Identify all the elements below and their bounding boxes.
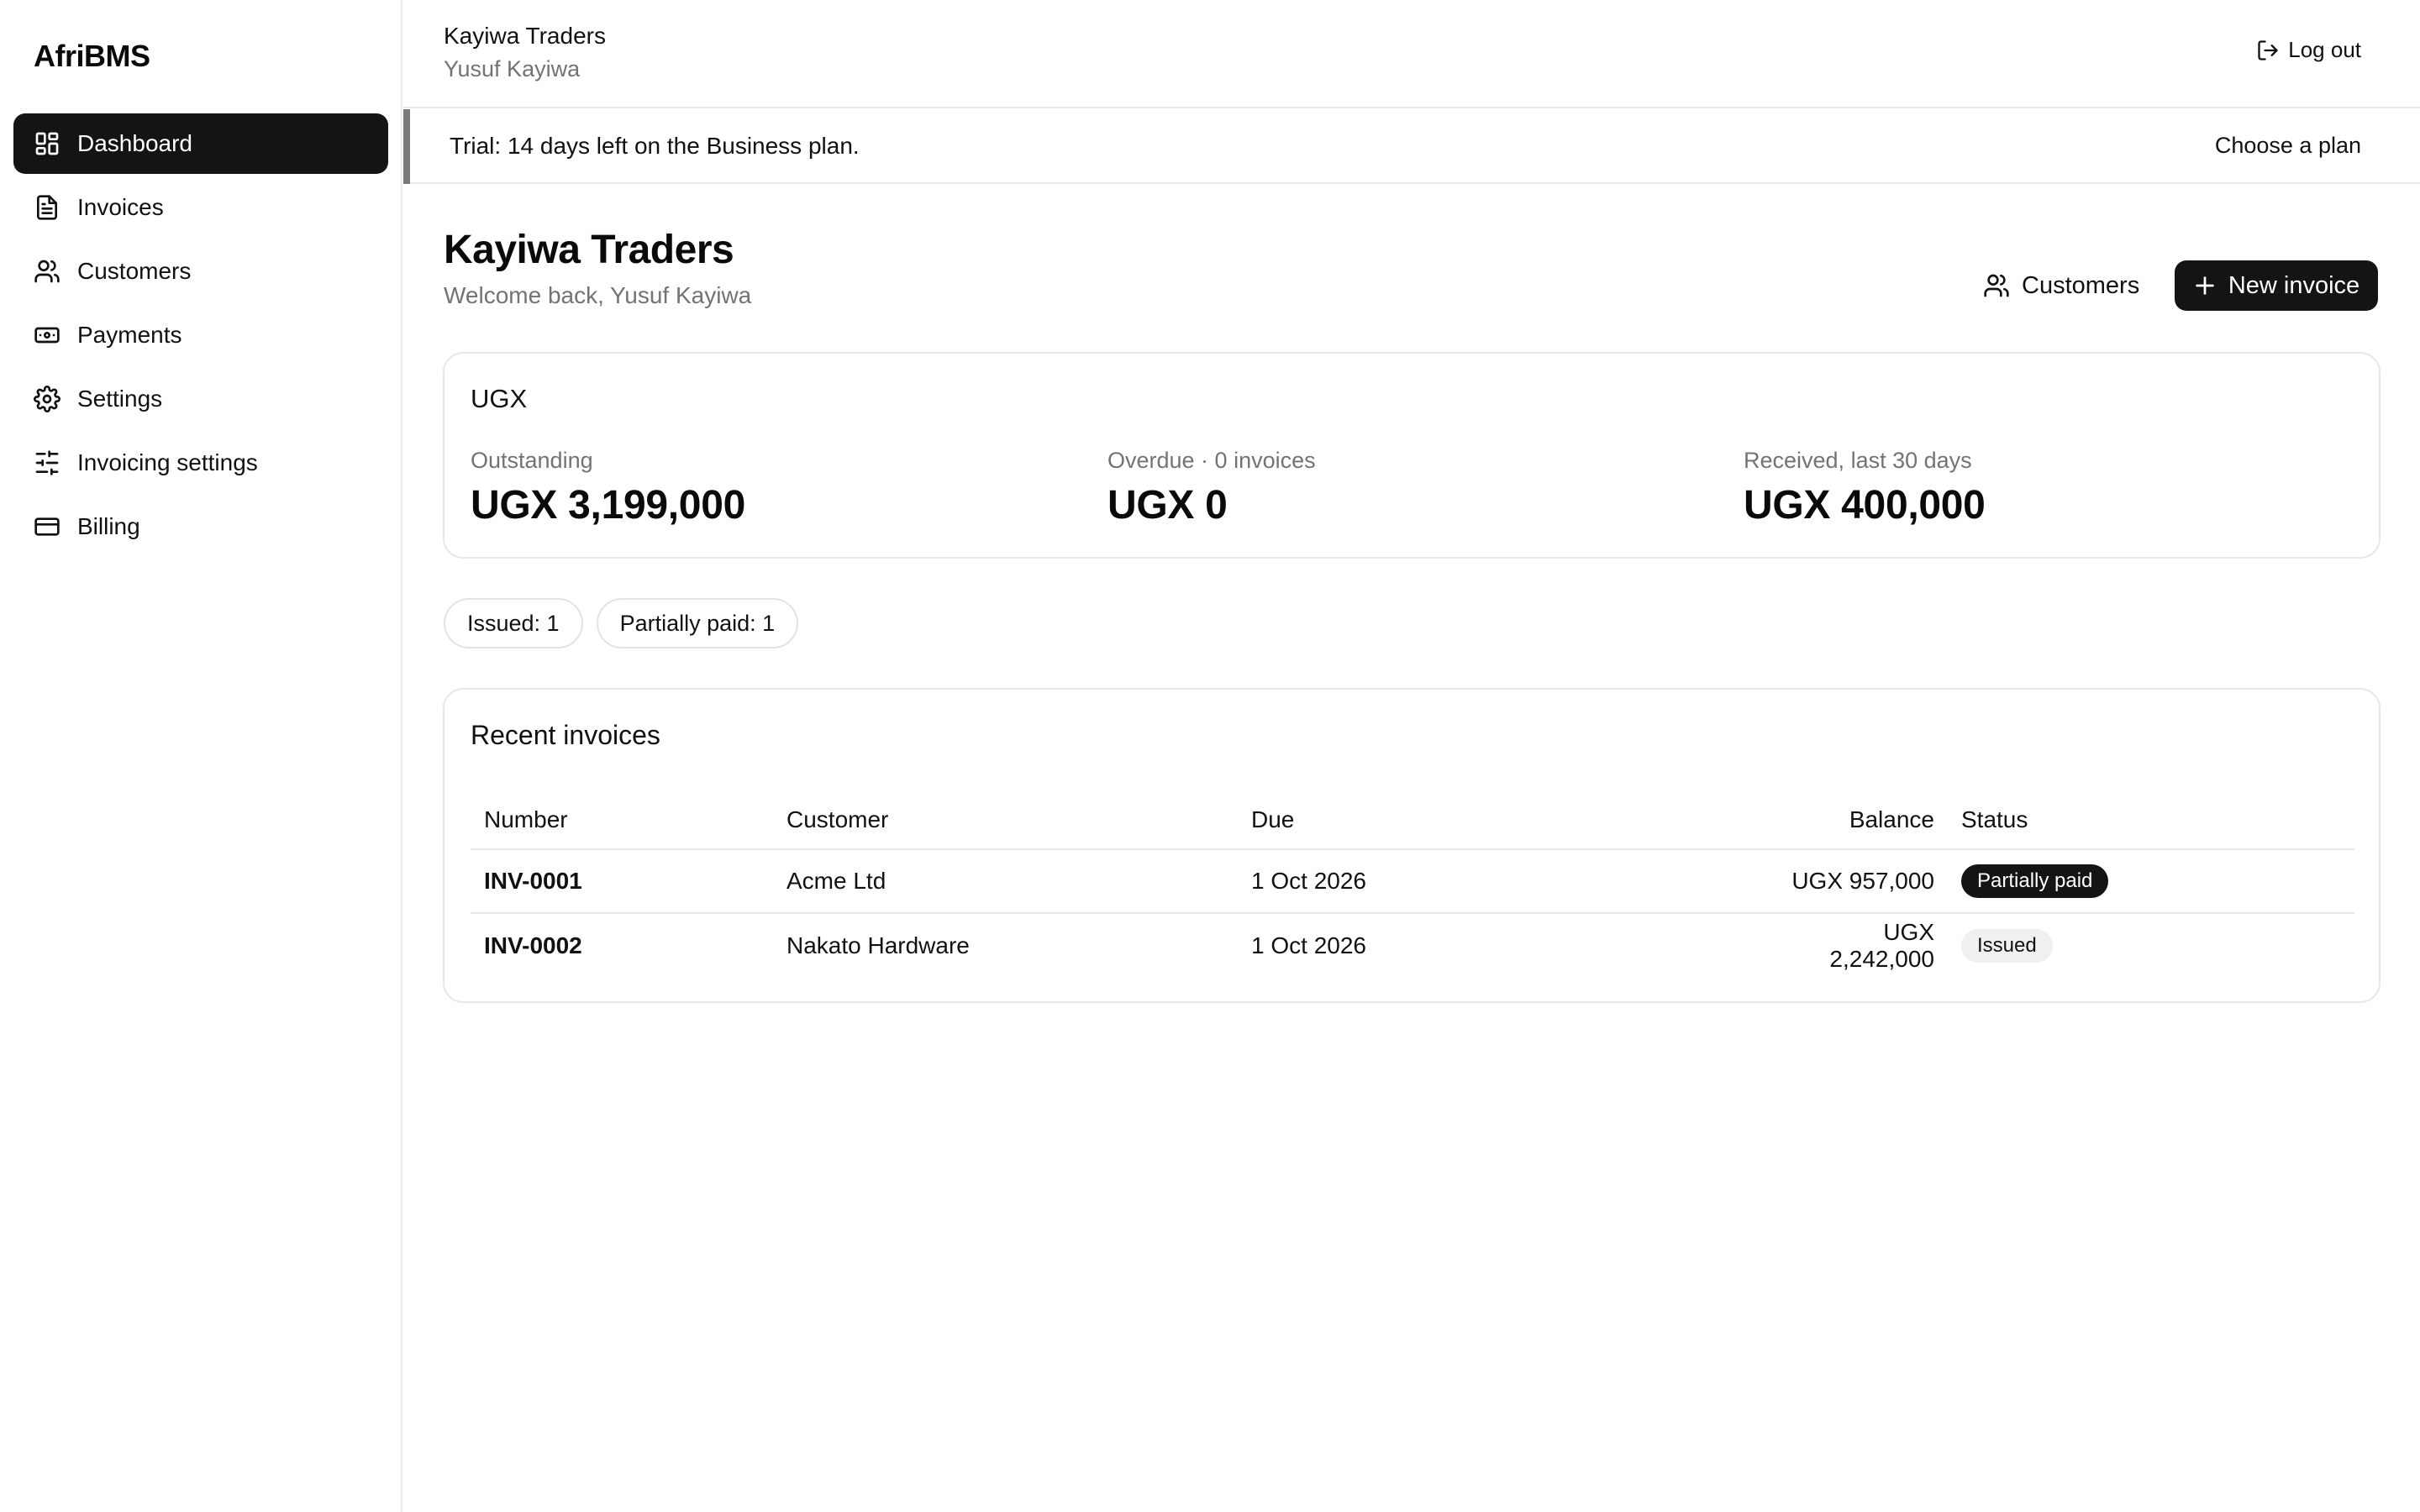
banknote-icon bbox=[34, 322, 60, 349]
sidebar-item-label: Invoicing settings bbox=[77, 449, 258, 475]
sidebar-item-customers[interactable]: Customers bbox=[13, 241, 388, 302]
gear-icon bbox=[34, 386, 60, 412]
column-header-balance: Balance bbox=[1759, 790, 1948, 850]
sidebar-item-label: Dashboard bbox=[77, 130, 192, 156]
sidebar-item-settings[interactable]: Settings bbox=[13, 369, 388, 429]
metric-label: Overdue · 0 invoices bbox=[1107, 448, 1316, 473]
table-header-row: Number Customer Due Balance Status bbox=[471, 790, 2354, 850]
status-badge: Issued bbox=[1961, 928, 2053, 963]
sidebar-item-invoicing-settings[interactable]: Invoicing settings bbox=[13, 433, 388, 493]
invoice-balance: UGX 957,000 bbox=[1759, 849, 1948, 914]
sidebar-item-dashboard[interactable]: Dashboard bbox=[13, 113, 388, 174]
users-icon bbox=[1984, 274, 2009, 297]
summary-card: UGX Outstanding UGX 3,199,000 Overdue · … bbox=[443, 352, 2381, 559]
invoice-status-cell: Issued bbox=[1948, 913, 2354, 977]
invoice-customer: Acme Ltd bbox=[773, 849, 1238, 914]
users-icon bbox=[34, 258, 60, 285]
chip-issued[interactable]: Issued: 1 bbox=[444, 598, 583, 648]
organization-name: Kayiwa Traders bbox=[444, 23, 606, 49]
new-invoice-button-label: New invoice bbox=[2228, 271, 2360, 299]
recent-invoices-title: Recent invoices bbox=[471, 720, 660, 750]
plus-icon bbox=[2196, 276, 2214, 295]
credit-card-icon bbox=[34, 513, 60, 540]
logout-button[interactable]: Log out bbox=[2256, 37, 2361, 63]
metric-label: Received, last 30 days bbox=[1744, 448, 1972, 473]
invoice-due-date: 1 Oct 2026 bbox=[1238, 849, 1759, 914]
invoice-due-date: 1 Oct 2026 bbox=[1251, 932, 1366, 958]
invoice-status-cell: Partially paid bbox=[1948, 849, 2354, 914]
sidebar-item-billing[interactable]: Billing bbox=[13, 496, 388, 557]
sidebar-item-label: Settings bbox=[77, 386, 163, 412]
invoice-balance: UGX 2,242,000 bbox=[1829, 918, 1934, 972]
metric-outstanding: Outstanding UGX 3,199,000 bbox=[471, 448, 745, 528]
new-invoice-button[interactable]: New invoice bbox=[2175, 260, 2378, 311]
metric-value: UGX 0 bbox=[1107, 483, 1228, 528]
metric-value: UGX 400,000 bbox=[1744, 483, 1986, 528]
sidebar-item-label: Invoices bbox=[77, 194, 164, 220]
recent-invoices-card: Recent invoices Number Customer Due Bala… bbox=[443, 688, 2381, 1003]
sidebar-item-label: Customers bbox=[77, 258, 192, 284]
status-badge: Partially paid bbox=[1961, 864, 2109, 898]
file-text-icon bbox=[34, 194, 60, 221]
metric-label: Outstanding bbox=[471, 448, 593, 473]
logout-icon bbox=[2258, 39, 2278, 60]
invoices-table: Number Customer Due Balance Status INV-0… bbox=[471, 790, 2354, 977]
column-header-status: Status bbox=[1948, 790, 2354, 850]
trial-banner: Trial: 14 days left on the Business plan… bbox=[403, 109, 2420, 184]
customers-button[interactable]: Customers bbox=[1980, 260, 2143, 311]
sidebar-item-label: Payments bbox=[77, 322, 182, 348]
metric-overdue: Overdue · 0 invoices UGX 0 bbox=[1107, 448, 1316, 528]
column-header-due: Due bbox=[1238, 790, 1759, 850]
top-header: Kayiwa Traders Yusuf Kayiwa Log out bbox=[403, 0, 2420, 108]
sidebar-nav: Dashboard Invoices Customers Payments Se… bbox=[13, 113, 388, 560]
customers-button-label: Customers bbox=[2022, 271, 2140, 299]
currency-label: UGX bbox=[471, 384, 528, 413]
logout-label: Log out bbox=[2288, 37, 2361, 62]
brand-logo[interactable]: AfriBMS bbox=[34, 39, 150, 74]
invoice-number[interactable]: INV-0001 bbox=[471, 849, 773, 914]
user-name: Yusuf Kayiwa bbox=[444, 56, 581, 81]
metric-received: Received, last 30 days UGX 400,000 bbox=[1744, 448, 1986, 528]
page-title: Kayiwa Traders bbox=[444, 228, 734, 272]
page-subtitle: Welcome back, Yusuf Kayiwa bbox=[444, 282, 752, 308]
invoice-customer: Nakato Hardware bbox=[786, 932, 970, 958]
column-header-number: Number bbox=[471, 790, 773, 850]
sidebar-item-label: Billing bbox=[77, 513, 140, 539]
sidebar: AfriBMS Dashboard Invoices Customers Pay… bbox=[0, 0, 402, 1512]
choose-plan-link[interactable]: Choose a plan bbox=[2215, 133, 2361, 159]
metric-value: UGX 3,199,000 bbox=[471, 483, 745, 528]
chip-partially-paid[interactable]: Partially paid: 1 bbox=[596, 598, 799, 648]
column-header-customer: Customer bbox=[773, 790, 1238, 850]
banner-accent-bar bbox=[403, 109, 410, 184]
sidebar-item-payments[interactable]: Payments bbox=[13, 305, 388, 365]
status-chips: Issued: 1 Partially paid: 1 bbox=[444, 598, 812, 648]
sliders-icon bbox=[34, 449, 60, 476]
invoice-number[interactable]: INV-0002 bbox=[471, 913, 773, 977]
sidebar-item-invoices[interactable]: Invoices bbox=[13, 177, 388, 238]
dashboard-icon bbox=[34, 130, 60, 157]
table-row[interactable]: INV-0001 Acme Ltd 1 Oct 2026 UGX 957,000… bbox=[471, 849, 2354, 914]
table-row[interactable]: INV-0002 Nakato Hardware 1 Oct 2026 UGX … bbox=[471, 913, 2354, 977]
trial-banner-text: Trial: 14 days left on the Business plan… bbox=[450, 133, 860, 159]
